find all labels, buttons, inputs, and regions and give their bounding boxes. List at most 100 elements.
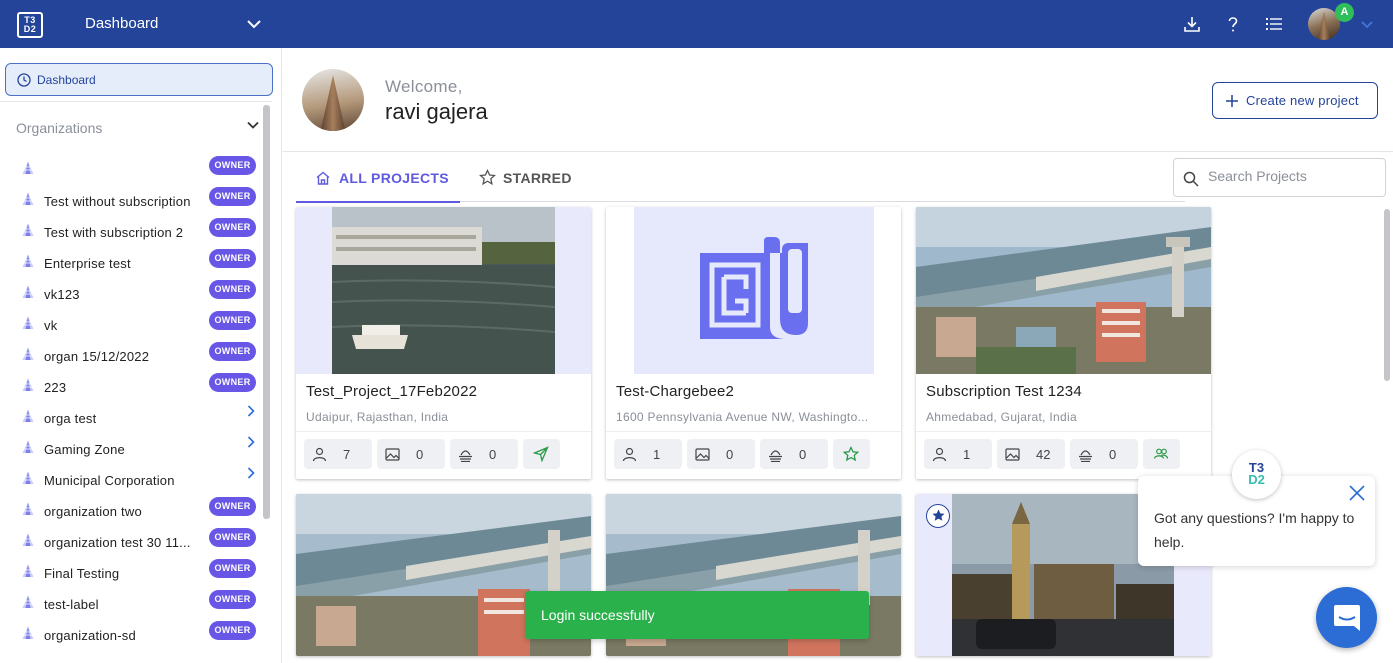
chevron-down-icon[interactable] (246, 14, 262, 34)
chat-logo: T3 D2 (1232, 450, 1281, 499)
organization-icon (22, 533, 34, 546)
chevron-right-icon[interactable] (246, 466, 256, 480)
sidebar-item-dashboard[interactable]: Dashboard (5, 63, 273, 96)
project-card[interactable]: Test_Project_17Feb2022 Udaipur, Rajastha… (296, 207, 591, 479)
user-icon (932, 447, 947, 462)
organization-item[interactable]: Final Testing OWNER (0, 557, 262, 588)
organization-item[interactable]: vk123 OWNER (0, 278, 262, 309)
images-stat[interactable]: 0 (687, 439, 755, 469)
owner-badge: OWNER (209, 249, 256, 268)
organization-icon (22, 564, 34, 577)
organization-icon (22, 254, 34, 267)
organization-item[interactable]: Gaming Zone (0, 433, 262, 464)
chevron-right-icon[interactable] (246, 435, 256, 449)
list-icon[interactable] (1264, 14, 1284, 34)
divider (283, 151, 1393, 152)
close-icon[interactable] (1348, 484, 1366, 502)
layers-stat[interactable]: 0 (760, 439, 828, 469)
images-stat[interactable]: 0 (377, 439, 445, 469)
clock-icon (17, 73, 31, 87)
chevron-down-icon[interactable] (1360, 17, 1374, 31)
organization-item[interactable]: Test with subscription 2 OWNER (0, 216, 262, 247)
images-stat[interactable]: 42 (997, 439, 1065, 469)
organization-name: Test with subscription 2 (44, 225, 184, 240)
search-box[interactable] (1173, 158, 1386, 197)
organization-icon (22, 378, 34, 391)
image-icon (1005, 448, 1020, 461)
organization-name: organ 15/12/2022 (44, 349, 150, 364)
members-stat[interactable]: 1 (924, 439, 992, 469)
project-thumbnail (606, 207, 901, 374)
organization-item[interactable]: organization two OWNER (0, 495, 262, 526)
user-icon (622, 447, 637, 462)
organization-name: orga test (44, 411, 97, 426)
organization-item[interactable]: test-label OWNER (0, 588, 262, 619)
create-project-label: Create new project (1246, 93, 1359, 108)
star-filled-icon (932, 509, 945, 521)
images-count: 0 (416, 447, 424, 462)
organization-item[interactable]: Municipal Corporation (0, 464, 262, 495)
organization-item[interactable]: Test without subscription OWNER (0, 185, 262, 216)
divider (606, 431, 901, 432)
owner-badge: OWNER (209, 156, 256, 175)
organization-icon (22, 192, 34, 205)
project-thumbnail (296, 207, 591, 374)
organization-item[interactable]: OWNER (0, 154, 262, 185)
organization-icon (22, 347, 34, 360)
organization-item[interactable]: orga test (0, 402, 262, 433)
organization-item[interactable]: vk OWNER (0, 309, 262, 340)
chevron-right-icon[interactable] (246, 404, 256, 418)
project-card[interactable]: Subscription Test 1234 Ahmedabad, Gujara… (916, 207, 1211, 479)
organization-icon (22, 471, 34, 484)
layers-stat[interactable]: 0 (450, 439, 518, 469)
members-stat[interactable]: 1 (614, 439, 682, 469)
organization-item[interactable]: 223 OWNER (0, 371, 262, 402)
chat-launcher-button[interactable] (1316, 587, 1377, 648)
star-button[interactable] (833, 439, 870, 469)
images-count: 42 (1036, 447, 1051, 462)
organization-item[interactable]: organization test 30 11... OWNER (0, 526, 262, 557)
welcome-label: Welcome, (385, 77, 463, 96)
search-input[interactable] (1208, 168, 1378, 184)
organization-icon (22, 161, 34, 174)
create-project-button[interactable]: Create new project (1212, 82, 1378, 119)
toast-message: Login successfully (541, 607, 655, 623)
help-icon[interactable] (1223, 14, 1243, 34)
project-name[interactable]: Test-Chargebee2 (616, 383, 734, 400)
project-card[interactable]: Test-Chargebee2 1600 Pennsylvania Avenue… (606, 207, 901, 479)
image-icon (695, 448, 710, 461)
layers-icon (1079, 450, 1092, 462)
organization-name: Enterprise test (44, 256, 131, 271)
starred-badge[interactable] (926, 504, 950, 528)
download-icon[interactable] (1182, 14, 1202, 34)
login-toast[interactable]: Login successfully (525, 591, 869, 639)
user-icon (312, 447, 327, 462)
organization-icon (22, 626, 34, 639)
layers-count: 0 (1109, 447, 1117, 462)
plus-icon (1226, 95, 1238, 107)
project-name[interactable]: Test_Project_17Feb2022 (306, 383, 477, 400)
organization-item[interactable]: Enterprise test OWNER (0, 247, 262, 278)
members-count: 1 (963, 447, 971, 462)
main-scrollbar[interactable] (1384, 209, 1390, 381)
sidebar-scrollbar[interactable] (263, 105, 270, 519)
organization-item[interactable]: organ 15/12/2022 OWNER (0, 340, 262, 371)
share-button[interactable] (523, 439, 560, 469)
members-count: 7 (343, 447, 351, 462)
organization-icon (22, 502, 34, 515)
organization-icon (22, 440, 34, 453)
divider (916, 431, 1211, 432)
sidebar-item-label: Dashboard (37, 73, 96, 87)
send-icon (533, 446, 549, 462)
app-logo[interactable]: T3 D2 (17, 12, 43, 38)
layers-stat[interactable]: 0 (1070, 439, 1138, 469)
organization-item[interactable]: organization-sd OWNER (0, 619, 262, 650)
tab-starred[interactable]: STARRED (473, 164, 583, 203)
team-button[interactable] (1143, 439, 1180, 469)
members-stat[interactable]: 7 (304, 439, 372, 469)
owner-badge: OWNER (209, 621, 256, 640)
tab-all-projects[interactable]: ALL PROJECTS (296, 164, 460, 203)
project-location: Udaipur, Rajasthan, India (306, 410, 449, 424)
project-name[interactable]: Subscription Test 1234 (926, 383, 1082, 400)
chevron-down-icon[interactable] (246, 118, 260, 132)
